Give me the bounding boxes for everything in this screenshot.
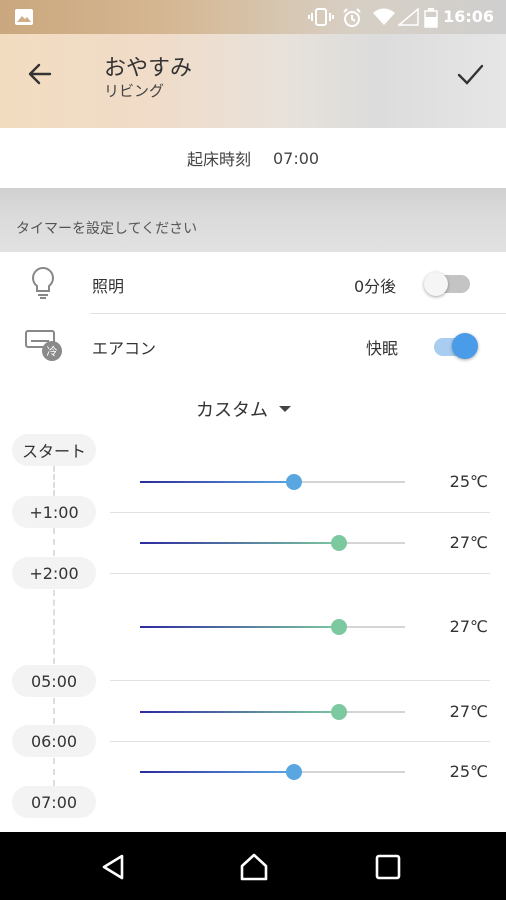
device-value-aircon: 快眠 xyxy=(366,339,399,358)
timeline-dash xyxy=(53,466,55,496)
slider-knob[interactable] xyxy=(330,704,347,720)
timeline-marker-0700: 07:00 xyxy=(12,786,96,818)
temp-slider[interactable] xyxy=(140,535,405,551)
temp-value: 27℃ xyxy=(449,617,488,636)
nav-home-icon[interactable] xyxy=(238,851,270,883)
timeline-marker-1h: +1:00 xyxy=(12,496,96,528)
aircon-toggle[interactable] xyxy=(432,332,482,360)
page-subtitle: リビング xyxy=(104,82,165,100)
temp-value: 27℃ xyxy=(449,533,488,552)
status-bar: 16:06 xyxy=(0,0,506,34)
device-row-aircon: 冷 エアコン 快眠 xyxy=(0,314,506,378)
temp-slider[interactable] xyxy=(140,619,405,635)
lightbulb-icon xyxy=(32,266,54,299)
slider-fill xyxy=(140,542,339,544)
slider-knob[interactable] xyxy=(330,619,347,635)
temp-value: 27℃ xyxy=(449,702,488,721)
wifi-icon xyxy=(373,8,395,25)
mode-dropdown[interactable]: カスタム xyxy=(196,396,292,422)
wake-time-row[interactable]: 起床時刻 07:00 xyxy=(0,128,506,188)
timeline-marker-2h: +2:00 xyxy=(12,557,96,589)
device-name-lighting: 照明 xyxy=(92,277,125,296)
slider-fill xyxy=(140,626,339,628)
image-icon xyxy=(15,9,33,25)
slider-fill xyxy=(140,771,294,773)
temp-slider[interactable] xyxy=(140,764,405,780)
back-arrow-icon[interactable] xyxy=(22,56,58,92)
nav-back-icon[interactable] xyxy=(98,852,128,882)
check-icon[interactable] xyxy=(452,56,488,92)
timeline-marker-start: スタート xyxy=(12,434,96,466)
temp-slider[interactable] xyxy=(140,704,405,720)
timer-banner-text: タイマーを設定してください xyxy=(16,221,198,237)
temp-value: 25℃ xyxy=(449,762,488,781)
temp-value: 25℃ xyxy=(449,472,488,491)
vibrate-icon xyxy=(308,8,334,26)
timeline-separator xyxy=(110,680,490,681)
wake-time-label: 起床時刻 xyxy=(186,150,251,169)
timeline-separator xyxy=(110,512,490,513)
svg-text:冷: 冷 xyxy=(47,345,58,358)
slider-fill xyxy=(140,481,294,483)
lighting-toggle[interactable] xyxy=(424,271,472,297)
timeline-dash xyxy=(53,590,55,664)
dropdown-arrow-icon xyxy=(279,406,291,412)
device-value-lighting: 0分後 xyxy=(354,277,397,296)
toggle-knob xyxy=(424,272,448,296)
timeline-separator xyxy=(110,741,490,742)
slider-knob[interactable] xyxy=(285,474,302,490)
timer-banner: タイマーを設定してください xyxy=(0,188,506,252)
battery-icon xyxy=(424,8,438,28)
timeline-separator xyxy=(110,573,490,574)
wake-time-value: 07:00 xyxy=(272,148,320,168)
timeline-dash xyxy=(53,528,55,556)
timeline-dash xyxy=(53,758,55,786)
mode-label: カスタム xyxy=(196,400,268,421)
temp-slider[interactable] xyxy=(140,474,405,490)
toggle-knob xyxy=(452,333,478,359)
aircon-icon: 冷 xyxy=(25,330,62,361)
signal-icon xyxy=(398,8,419,26)
status-time: 16:06 xyxy=(443,7,494,26)
device-row-lighting: 照明 0分後 xyxy=(0,252,506,314)
timeline-marker-0600: 06:00 xyxy=(12,725,96,757)
slider-fill xyxy=(140,711,339,713)
timeline-dash xyxy=(53,698,55,724)
nav-recents-icon[interactable] xyxy=(374,853,402,881)
alarm-icon xyxy=(343,8,361,27)
app-header: おやすみ リビング xyxy=(0,34,506,128)
slider-knob[interactable] xyxy=(330,535,347,551)
slider-knob[interactable] xyxy=(285,764,302,780)
navigation-bar xyxy=(0,832,506,900)
timeline-marker-0500: 05:00 xyxy=(12,665,96,697)
page-title: おやすみ xyxy=(104,56,193,81)
device-name-aircon: エアコン xyxy=(92,339,157,358)
